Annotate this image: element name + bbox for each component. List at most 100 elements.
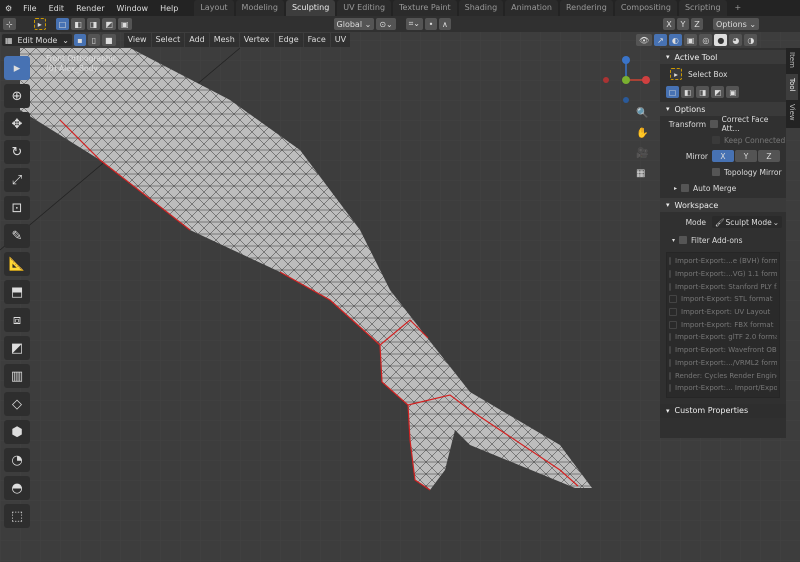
tab-item[interactable]: Item	[786, 48, 798, 74]
material-shading-icon[interactable]: ◕	[729, 34, 743, 46]
mirror-y-button[interactable]: Y	[676, 18, 689, 30]
addon-checkbox[interactable]	[669, 308, 677, 317]
overlay-toggle-icon[interactable]: ◐	[668, 34, 682, 46]
visibility-icon[interactable]: 👁	[636, 34, 653, 46]
mode-new-icon[interactable]: □	[55, 18, 70, 30]
select-tool-icon[interactable]: ▸	[4, 56, 30, 80]
grid-perspective-icon[interactable]: ▦	[636, 168, 652, 188]
mirror-x-button[interactable]: X	[662, 18, 675, 30]
addon-item[interactable]: Import-Export: glTF 2.0 format	[669, 331, 777, 344]
workspace-mode-dropdown[interactable]: 🖌 Sculpt Mode ⌄	[712, 216, 782, 228]
menu-add[interactable]: Add	[185, 33, 209, 47]
addon-item[interactable]: Import-Export:... Import/Export	[669, 382, 777, 395]
tab-shading[interactable]: Shading	[458, 0, 504, 16]
options-header[interactable]: Options	[660, 102, 786, 116]
poly-build-tool-icon[interactable]: ⬢	[4, 420, 30, 444]
workspace-header[interactable]: Workspace	[660, 198, 786, 212]
mode-intersect-icon[interactable]: ▣	[117, 18, 132, 30]
addon-checkbox[interactable]	[669, 384, 671, 393]
addon-checkbox[interactable]	[669, 333, 671, 342]
mirror-x-toggle[interactable]: X	[712, 150, 734, 162]
addon-item[interactable]: Import-Export: UV Layout	[669, 306, 777, 319]
tab-tool[interactable]: Tool	[786, 74, 798, 100]
mode-extend-icon[interactable]: ◧	[71, 18, 85, 30]
addon-item[interactable]: Import-Export:.../VRML2 format	[669, 357, 777, 370]
wireframe-shading-icon[interactable]: ◎	[699, 34, 713, 46]
tab-modeling[interactable]: Modeling	[235, 0, 284, 16]
tab-scripting[interactable]: Scripting	[678, 0, 727, 16]
annotate-tool-icon[interactable]: ✎	[4, 224, 30, 248]
collapse-icon[interactable]: ▾	[672, 237, 675, 244]
addon-item[interactable]: Import-Export: FBX format	[669, 318, 777, 331]
inset-tool-icon[interactable]: ⧈	[4, 308, 30, 332]
gizmo-toggle-icon[interactable]: ↗	[654, 34, 667, 46]
addon-checkbox[interactable]	[669, 295, 677, 304]
move-tool-icon[interactable]: ✥	[4, 112, 30, 136]
addon-checkbox[interactable]	[669, 270, 671, 279]
proportional-icon[interactable]: •	[424, 18, 437, 30]
mode-invert-icon[interactable]: ◩	[102, 18, 116, 30]
topology-mirror-checkbox[interactable]	[712, 168, 720, 176]
addon-item[interactable]: Import-Export: Wavefront OB...	[669, 344, 777, 357]
edge-select-icon[interactable]: ▯	[88, 34, 100, 46]
addon-item[interactable]: Import-Export:...e (BVH) format	[669, 255, 777, 268]
select-box-icon[interactable]: ▸	[670, 68, 682, 80]
menu-uv[interactable]: UV	[330, 33, 351, 47]
measure-tool-icon[interactable]: 📐	[4, 252, 30, 276]
auto-merge-checkbox[interactable]	[681, 184, 690, 192]
addon-item[interactable]: Render: Cycles Render Engine	[669, 369, 777, 382]
cursor-tool-icon[interactable]: ⊕	[4, 84, 30, 108]
menu-vertex[interactable]: Vertex	[239, 33, 274, 47]
keep-connected-checkbox[interactable]	[712, 136, 720, 144]
falloff-icon[interactable]: ∧	[438, 18, 451, 30]
transform-tool-icon[interactable]: ⊡	[4, 196, 30, 220]
scale-tool-icon[interactable]: ⤢	[4, 168, 30, 192]
smooth-tool-icon[interactable]: ◓	[4, 476, 30, 500]
tab-texture-paint[interactable]: Texture Paint	[393, 0, 457, 16]
solid-shading-icon[interactable]: ●	[714, 34, 728, 46]
select-box-tool-icon[interactable]: ▸	[33, 18, 46, 30]
add-workspace-button[interactable]: +	[729, 0, 748, 16]
tool-mode-subtract-icon[interactable]: ◨	[696, 86, 710, 98]
edge-slide-tool-icon[interactable]: ⬚	[4, 504, 30, 528]
extrude-tool-icon[interactable]: ⬒	[4, 280, 30, 304]
editor-type-button[interactable]: ⊹	[3, 18, 16, 30]
mode-dropdown[interactable]: ▦ Edit Mode ⌄	[2, 34, 72, 46]
camera-icon[interactable]: 🎥	[636, 148, 652, 168]
addon-checkbox[interactable]	[669, 282, 671, 291]
addon-item[interactable]: Import-Export:...VG) 1.1 format	[669, 268, 777, 281]
rotate-tool-icon[interactable]: ↻	[4, 140, 30, 164]
mirror-y-toggle[interactable]: Y	[735, 150, 757, 162]
addon-item[interactable]: Import-Export: Stanford PLY f...	[669, 280, 777, 293]
addon-checkbox[interactable]	[669, 257, 671, 266]
tool-mode-intersect-icon[interactable]: ▣	[726, 86, 740, 98]
correct-face-checkbox[interactable]	[710, 120, 718, 128]
face-select-icon[interactable]: ■	[102, 34, 116, 46]
expand-icon[interactable]: ▸	[674, 185, 677, 192]
spin-tool-icon[interactable]: ◔	[4, 448, 30, 472]
menu-help[interactable]: Help	[154, 4, 184, 13]
zoom-icon[interactable]: 🔍	[636, 108, 652, 128]
mode-subtract-icon[interactable]: ◨	[86, 18, 101, 30]
addon-checkbox[interactable]	[669, 320, 677, 329]
menu-edge[interactable]: Edge	[274, 33, 303, 47]
tab-rendering[interactable]: Rendering	[559, 0, 613, 16]
active-tool-header[interactable]: Active Tool	[660, 50, 786, 64]
addon-checkbox[interactable]	[669, 346, 671, 355]
tool-mode-invert-icon[interactable]: ◩	[711, 86, 725, 98]
tool-mode-new-icon[interactable]: □	[666, 86, 680, 98]
knife-tool-icon[interactable]: ◇	[4, 392, 30, 416]
menu-file[interactable]: File	[17, 4, 42, 13]
tab-view[interactable]: View	[786, 100, 798, 126]
menu-window[interactable]: Window	[111, 4, 155, 13]
tool-mode-extend-icon[interactable]: ◧	[681, 86, 695, 98]
menu-view[interactable]: View	[123, 33, 151, 47]
menu-edit[interactable]: Edit	[43, 4, 71, 13]
filter-addons-checkbox[interactable]	[679, 236, 688, 244]
orientation-dropdown[interactable]: Global ⌄	[333, 18, 375, 30]
addon-item[interactable]: Import-Export: STL format	[669, 293, 777, 306]
snap-icon[interactable]: ⌗⌄	[405, 18, 423, 30]
mirror-z-toggle[interactable]: Z	[758, 150, 780, 162]
loop-cut-tool-icon[interactable]: ▥	[4, 364, 30, 388]
pan-hand-icon[interactable]: ✋	[636, 128, 652, 148]
